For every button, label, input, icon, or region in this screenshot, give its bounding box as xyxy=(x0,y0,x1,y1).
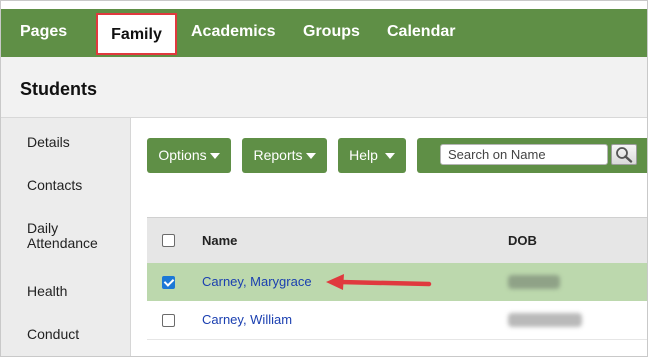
nav-groups[interactable]: Groups xyxy=(303,15,360,49)
sidebar-item-daily-attendance[interactable]: Daily Attendance xyxy=(27,221,117,251)
help-label: Help xyxy=(349,147,378,163)
table-row[interactable]: Carney, William xyxy=(147,301,647,340)
dropdown-caret-icon xyxy=(384,153,395,160)
row-checkbox[interactable] xyxy=(162,314,175,327)
table-header: Name DOB xyxy=(147,217,647,264)
dropdown-caret-icon xyxy=(209,153,220,160)
search-icon xyxy=(616,147,633,163)
reports-button[interactable]: Reports xyxy=(242,138,327,173)
dob-value-redacted xyxy=(508,313,582,327)
nav-family[interactable]: Family xyxy=(96,13,177,55)
nav-calendar[interactable]: Calendar xyxy=(387,15,455,49)
student-name-link[interactable]: Carney, Marygrace xyxy=(202,274,312,289)
reports-label: Reports xyxy=(253,147,303,163)
search-button[interactable] xyxy=(611,144,637,165)
options-label: Options xyxy=(158,147,207,163)
dob-value-redacted xyxy=(508,275,560,289)
top-strip xyxy=(1,1,647,9)
column-header-dob[interactable]: DOB xyxy=(508,233,537,248)
sidebar-item-details[interactable]: Details xyxy=(27,135,70,150)
dropdown-caret-icon xyxy=(305,153,316,160)
student-name-link[interactable]: Carney, William xyxy=(202,312,292,327)
annotation-arrow-icon xyxy=(326,274,432,290)
sidebar-item-conduct[interactable]: Conduct xyxy=(27,327,79,342)
nav-pages[interactable]: Pages xyxy=(20,15,67,49)
sidebar-item-contacts[interactable]: Contacts xyxy=(27,178,82,193)
sidebar-item-health[interactable]: Health xyxy=(27,284,67,299)
page-title: Students xyxy=(20,79,98,99)
sidebar: Details Contacts Daily Attendance Health… xyxy=(1,118,131,356)
search-input[interactable] xyxy=(440,144,608,165)
help-button[interactable]: Help xyxy=(338,138,406,173)
select-all-checkbox[interactable] xyxy=(162,234,175,247)
app-frame: Pages Family Academics Groups Calendar S… xyxy=(0,0,648,357)
title-bar: Students xyxy=(1,57,647,118)
nav-academics[interactable]: Academics xyxy=(191,15,276,49)
row-checkbox[interactable] xyxy=(162,276,175,289)
options-button[interactable]: Options xyxy=(147,138,231,173)
top-navigation: Pages Family Academics Groups Calendar xyxy=(1,1,647,57)
column-header-name[interactable]: Name xyxy=(202,233,237,248)
